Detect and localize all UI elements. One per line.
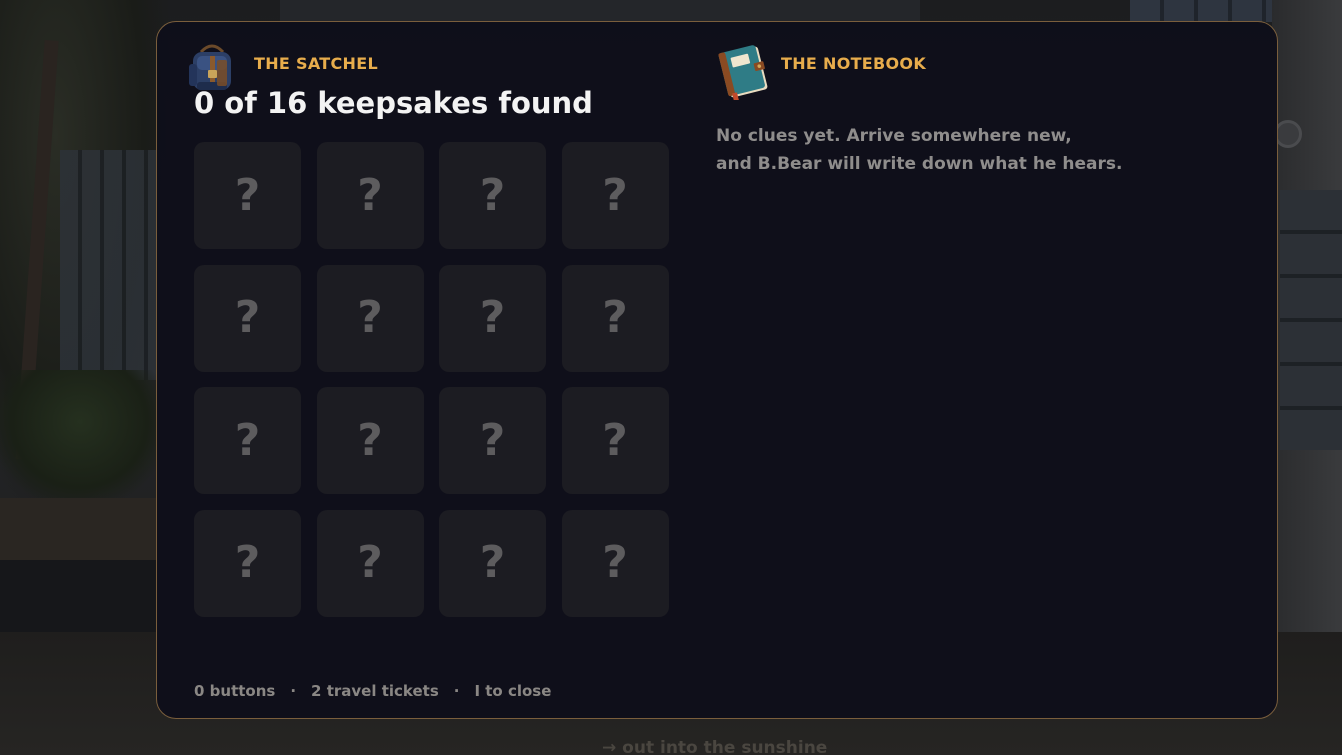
unknown-mark: ? [479,537,506,588]
exit-hint: → out into the sunshine [602,738,828,755]
keepsake-slot[interactable]: ? [439,509,546,617]
keepsakes-found-count: 0 of 16 keepsakes found [194,86,593,120]
footer-separator: · [453,682,460,700]
notebook-clues: No clues yet. Arrive somewhere new, and … [716,122,1216,178]
footer-separator: · [290,682,297,700]
keepsake-grid: ? ? ? ? ? ? ? ? ? ? ? ? ? ? ? ? [194,142,670,617]
background-ceiling [280,0,920,22]
keepsake-slot[interactable]: ? [194,509,301,617]
status-footer: 0 buttons · 2 travel tickets · I to clos… [194,682,551,700]
unknown-mark: ? [234,414,261,466]
unknown-mark: ? [357,537,383,588]
close-hint: I to close [474,682,552,700]
keepsake-slot[interactable]: ? [316,387,424,494]
keepsake-slot[interactable]: ? [439,142,546,249]
keepsake-slot[interactable]: ? [561,142,669,249]
unknown-mark: ? [234,537,261,588]
unknown-mark: ? [602,414,628,466]
buttons-count: 0 buttons [194,682,276,700]
keepsake-slot[interactable]: ? [194,264,301,372]
unknown-mark: ? [234,292,261,343]
background-planter [0,498,160,564]
notebook-title: THE NOTEBOOK [781,54,927,73]
notebook-line: No clues yet. Arrive somewhere new, [716,126,1072,146]
background-shrubs [0,370,160,500]
keepsake-slot[interactable]: ? [316,264,424,372]
notebook-icon [715,42,773,103]
keepsake-slot[interactable]: ? [561,387,669,494]
keepsake-slot[interactable]: ? [561,509,669,617]
travel-tickets-count: 2 travel tickets [311,682,439,700]
background-light-fixture [1274,120,1302,148]
inventory-panel: THE SATCHEL 0 of 16 keepsakes found ? ? … [156,21,1278,719]
unknown-mark: ? [479,169,506,221]
game-scene: → out into the sunshine THE SATCHEL 0 of… [0,0,1342,755]
unknown-mark: ? [357,292,383,343]
keepsake-slot[interactable]: ? [439,264,546,372]
keepsake-slot[interactable]: ? [194,387,301,494]
unknown-mark: ? [234,169,261,221]
unknown-mark: ? [357,169,383,221]
background-window-right [1280,190,1342,450]
unknown-mark: ? [602,537,628,588]
unknown-mark: ? [479,414,506,466]
keepsake-slot[interactable]: ? [561,264,669,372]
keepsake-slot[interactable]: ? [316,142,424,249]
unknown-mark: ? [602,292,628,343]
satchel-title: THE SATCHEL [254,54,378,73]
keepsake-slot[interactable]: ? [194,142,301,249]
keepsake-slot[interactable]: ? [439,387,546,494]
unknown-mark: ? [357,414,383,466]
notebook-line: and B.Bear will write down what he hears… [716,154,1123,174]
unknown-mark: ? [479,292,506,343]
background-bench [0,560,156,632]
unknown-mark: ? [602,169,628,221]
keepsake-slot[interactable]: ? [316,509,424,617]
background-window-left [60,150,160,380]
